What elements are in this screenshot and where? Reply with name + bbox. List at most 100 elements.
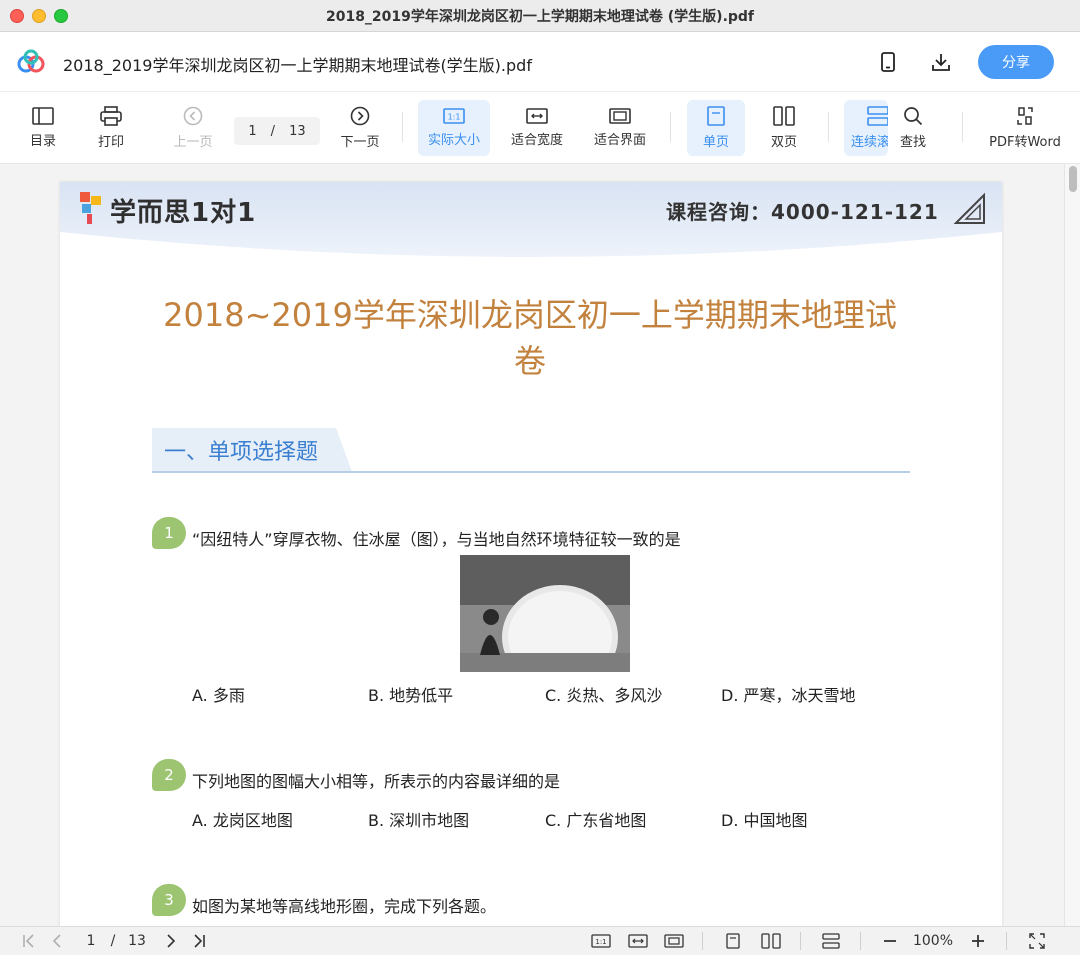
minimize-window-button[interactable] (32, 9, 46, 23)
page-separator: / (270, 123, 276, 139)
single-page-icon[interactable] (724, 931, 742, 951)
question-text: 下列地图的图幅大小相等，所表示的内容最详细的是 (192, 772, 561, 791)
actual-size-label: 实际大小 (427, 133, 480, 148)
vertical-scrollbar[interactable] (1064, 164, 1080, 926)
convert-icon (1017, 107, 1033, 125)
mobile-icon[interactable] (876, 50, 900, 74)
prev-page-label: 上一页 (173, 135, 213, 150)
document-name: 2018_2019学年深圳龙岗区初一上学期期末地理试卷(学生版).pdf (63, 56, 532, 75)
bottom-status-bar: 1 / 13 1:1 100% (0, 926, 1080, 955)
continuous-scroll-button[interactable]: 连续滚 (844, 100, 888, 156)
window-controls (10, 9, 68, 23)
bottom-page-separator: / (110, 933, 116, 949)
double-page-label: 双页 (770, 135, 797, 150)
single-page-label: 单页 (702, 135, 729, 150)
brand-name: 学而思1对1 (110, 198, 257, 228)
zoom-level[interactable]: 100% (908, 931, 958, 951)
download-icon[interactable] (929, 50, 953, 74)
page-number-input[interactable]: 1 / 13 (234, 117, 320, 145)
option-b: B. 地势低平 (368, 686, 454, 705)
print-button[interactable]: 打印 (88, 100, 134, 156)
single-page-button[interactable]: 单页 (687, 100, 745, 156)
question-number-badge: 3 (152, 884, 186, 916)
question-number-badge: 2 (152, 759, 186, 791)
page-current: 1 (248, 123, 257, 139)
next-page-icon[interactable] (162, 931, 180, 951)
section-title: 一、单项选择题 (164, 440, 319, 465)
app-header: 2018_2019学年深圳龙岗区初一上学期期末地理试卷(学生版).pdf 分享 (0, 32, 1080, 92)
fit-width-icon[interactable] (627, 931, 649, 951)
single-page-icon (707, 106, 725, 126)
bottom-page-total: 13 (128, 933, 146, 949)
zoom-out-icon[interactable] (880, 931, 900, 951)
pdf-toolbar: 目录 打印 上一页 1 / 13 下一页 1:1 实际大小 适合宽度 适合界面 … (0, 92, 1080, 164)
chevron-left-circle-icon (183, 106, 203, 126)
double-page-icon (773, 106, 795, 126)
option-c: C. 炎热、多风沙 (545, 686, 663, 705)
toc-button[interactable]: 目录 (20, 100, 66, 156)
search-icon (904, 107, 923, 126)
search-button[interactable]: 查找 (890, 100, 936, 156)
search-label: 查找 (899, 135, 926, 150)
close-window-button[interactable] (10, 9, 24, 23)
zoom-in-icon[interactable] (968, 931, 988, 951)
double-page-icon[interactable] (760, 931, 782, 951)
pdf-to-word-button[interactable]: PDF转Word (982, 100, 1068, 156)
actual-size-button[interactable]: 1:1 实际大小 (418, 100, 490, 156)
print-label: 打印 (97, 135, 124, 150)
fit-width-button[interactable]: 适合宽度 (504, 100, 570, 156)
actual-size-icon: 1:1 (443, 108, 465, 124)
title-line-1: 2018~2019学年深圳龙岗区初一上学期期末地理试 (163, 296, 897, 334)
zoom-window-button[interactable] (54, 9, 68, 23)
option-a: A. 多雨 (192, 686, 245, 705)
option-d: D. 中国地图 (721, 811, 808, 830)
option-b: B. 深圳市地图 (368, 811, 470, 830)
consult-hotline: 课程咨询：4000-121-121 (666, 200, 939, 224)
window-titlebar: 2018_2019学年深圳龙岗区初一上学期期末地理试卷 (学生版).pdf (0, 0, 1080, 32)
bottom-divider (860, 932, 861, 950)
double-page-button[interactable]: 双页 (758, 100, 810, 156)
continuous-scroll-icon[interactable] (820, 931, 842, 951)
continuous-scroll-icon (867, 106, 888, 126)
printer-icon (100, 106, 122, 126)
toolbar-divider (402, 112, 403, 142)
prev-page-button[interactable]: 上一页 (166, 100, 220, 156)
xueersi-logo-icon (80, 192, 101, 224)
fit-page-label: 适合界面 (593, 133, 646, 148)
section-divider (152, 471, 910, 473)
fit-page-button[interactable]: 适合界面 (586, 100, 654, 156)
share-button[interactable]: 分享 (978, 45, 1054, 79)
option-c: C. 广东省地图 (545, 811, 647, 830)
pdf-viewer[interactable]: 学而思1对1 课程咨询：4000-121-121 2018~2019学年深圳龙岗… (0, 164, 1080, 926)
continuous-scroll-label: 连续滚 (851, 135, 888, 150)
fullscreen-icon[interactable] (1027, 931, 1047, 951)
toc-label: 目录 (29, 134, 56, 149)
next-page-label: 下一页 (340, 135, 380, 150)
fit-page-icon[interactable] (663, 931, 685, 951)
question-text: 如图为某地等高线地形圈，完成下列各题。 (192, 897, 497, 916)
igloo-photo (460, 555, 630, 672)
document-title: 2018~2019学年深圳龙岗区初一上学期期末地理试 卷 (150, 292, 910, 384)
chevron-right-circle-icon (350, 106, 370, 126)
first-page-icon[interactable] (20, 931, 38, 951)
baidu-netdisk-logo-icon (17, 49, 45, 73)
prev-page-icon[interactable] (48, 931, 66, 951)
fit-width-icon (526, 108, 548, 124)
bottom-page-current[interactable]: 1 (84, 931, 98, 951)
question-number-badge: 1 (152, 517, 186, 549)
toolbar-divider (670, 112, 671, 142)
window-title: 2018_2019学年深圳龙岗区初一上学期期末地理试卷 (学生版).pdf (325, 8, 755, 25)
toolbar-divider (828, 112, 829, 142)
question-text: “因纽特人”穿厚衣物、住冰屋（图），与当地自然环境特征较一致的是 (192, 530, 681, 549)
fit-page-icon (609, 108, 631, 124)
page-total: 13 (289, 123, 306, 139)
scrollbar-thumb[interactable] (1069, 166, 1077, 192)
last-page-icon[interactable] (190, 931, 208, 951)
bottom-divider (702, 932, 703, 950)
title-line-2: 卷 (513, 342, 546, 380)
next-page-button[interactable]: 下一页 (334, 100, 386, 156)
actual-size-icon[interactable]: 1:1 (590, 931, 612, 951)
option-a: A. 龙岗区地图 (192, 811, 293, 830)
bottom-divider (800, 932, 801, 950)
bottom-divider (1006, 932, 1007, 950)
